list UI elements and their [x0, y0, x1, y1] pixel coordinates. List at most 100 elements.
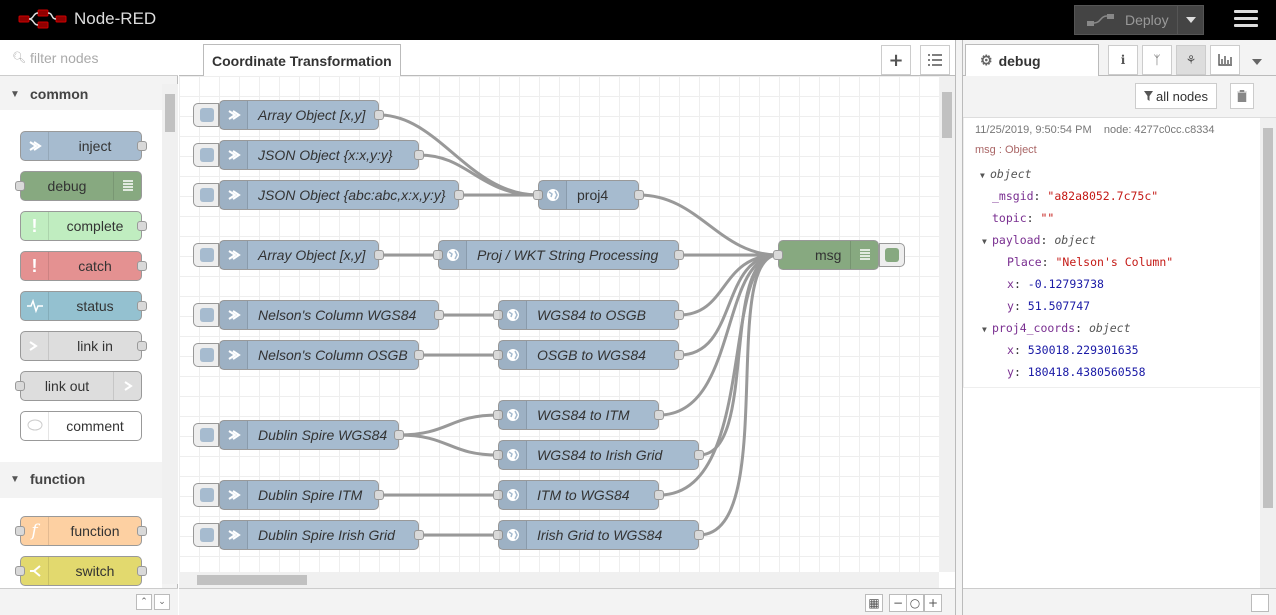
flow-node-transform[interactable]: WGS84 to OSGB [493, 300, 684, 330]
flow-node-inject[interactable]: Dublin Spire WGS84 [219, 420, 404, 450]
flow-node-debug[interactable]: msg [773, 240, 879, 270]
filter-nodes-input[interactable]: 🔍︎ filter nodes [0, 40, 178, 76]
tab-dashboard[interactable] [1210, 45, 1240, 75]
flow-node-inject[interactable]: JSON Object {x:x,y:y} [219, 140, 424, 170]
output-port[interactable] [674, 310, 684, 320]
palette-node-inject[interactable]: inject [20, 131, 147, 161]
expand-all-button[interactable]: ⌄ [154, 594, 170, 610]
output-port[interactable] [137, 526, 147, 536]
input-port[interactable] [15, 526, 25, 536]
output-port[interactable] [414, 350, 424, 360]
output-port[interactable] [654, 410, 664, 420]
tab-info[interactable]: i [1108, 45, 1138, 75]
output-port[interactable] [137, 301, 147, 311]
inject-trigger-button[interactable] [193, 483, 219, 507]
collapse-all-button[interactable]: ⌃ [136, 594, 152, 610]
palette-node-link-out[interactable]: link out [15, 371, 142, 401]
input-port[interactable] [15, 381, 25, 391]
inject-trigger-button[interactable] [193, 303, 219, 327]
open-debug-window-button[interactable] [1251, 594, 1269, 612]
navigator-button[interactable]: ▦ [865, 594, 883, 612]
main-menu-button[interactable] [1234, 10, 1258, 30]
flow-node-inject[interactable]: Array Object [x,y] [219, 100, 384, 130]
output-port[interactable] [137, 221, 147, 231]
output-port[interactable] [634, 190, 644, 200]
add-flow-button[interactable]: + [881, 45, 911, 75]
inject-trigger-button[interactable] [193, 523, 219, 547]
output-port[interactable] [694, 530, 704, 540]
output-port[interactable] [137, 566, 147, 576]
inject-trigger-button[interactable] [193, 343, 219, 367]
palette-node-catch[interactable]: ! catch [20, 251, 147, 281]
flow-node-inject[interactable]: Array Object [x,y] [219, 240, 384, 270]
flow-node-inject[interactable]: JSON Object {abc:abc,x:x,y:y} [219, 180, 464, 210]
inject-trigger-button[interactable] [193, 143, 219, 167]
flow-node-inject[interactable]: Dublin Spire Irish Grid [219, 520, 424, 550]
output-port[interactable] [137, 141, 147, 151]
tab-debug-icon[interactable]: ⚘ [1176, 45, 1206, 75]
deploy-button[interactable]: Deploy [1074, 5, 1204, 35]
canvas-vertical-scrollbar[interactable] [939, 76, 955, 572]
flow-node-wkt[interactable]: Proj / WKT String Processing [433, 240, 684, 270]
output-port[interactable] [137, 261, 147, 271]
flow-node-transform[interactable]: OSGB to WGS84 [493, 340, 684, 370]
object-root[interactable]: ▼ object [980, 167, 1032, 181]
output-port[interactable] [414, 530, 424, 540]
output-port[interactable] [434, 310, 444, 320]
tab-changes[interactable]: ᛉ [1142, 45, 1172, 75]
output-port[interactable] [374, 250, 384, 260]
output-port[interactable] [414, 150, 424, 160]
inject-trigger-button[interactable] [193, 103, 219, 127]
debug-scrollbar[interactable] [1260, 118, 1276, 588]
palette-node-complete[interactable]: ! complete [20, 211, 147, 241]
inject-trigger-button[interactable] [193, 423, 219, 447]
property-proj4-coords[interactable]: ▼ proj4_coords: object [982, 321, 1131, 335]
output-port[interactable] [654, 490, 664, 500]
output-port[interactable] [394, 430, 404, 440]
category-header-common[interactable]: ▼ common [0, 78, 162, 110]
palette-node-status[interactable]: status [20, 291, 147, 321]
flow-node-proj4[interactable]: proj4 [533, 180, 644, 210]
zoom-out-button[interactable]: − [889, 594, 907, 612]
tab-debug[interactable]: ⚙ debug [965, 44, 1099, 77]
clear-log-button[interactable] [1230, 83, 1254, 109]
flow-node-transform[interactable]: ITM to WGS84 [493, 480, 664, 510]
flow-node-transform[interactable]: WGS84 to ITM [493, 400, 664, 430]
flow-node-transform[interactable]: WGS84 to Irish Grid [493, 440, 704, 470]
output-port[interactable] [674, 250, 684, 260]
flow-node-inject[interactable]: Nelson's Column WGS84 [219, 300, 444, 330]
canvas-horizontal-scrollbar[interactable] [179, 572, 939, 588]
input-port[interactable] [15, 181, 25, 191]
input-port[interactable] [15, 566, 25, 576]
flow-list-button[interactable] [920, 45, 950, 75]
flow-node-transform[interactable]: Irish Grid to WGS84 [493, 520, 704, 550]
flow-node-inject[interactable]: Dublin Spire ITM [219, 480, 384, 510]
palette-node-link-in[interactable]: link in [20, 331, 147, 361]
output-port[interactable] [374, 110, 384, 120]
property-payload[interactable]: ▼ payload: object [982, 233, 1096, 247]
output-port[interactable] [454, 190, 464, 200]
deploy-menu-caret[interactable] [1177, 6, 1203, 34]
sidebar-menu-caret[interactable] [1252, 54, 1262, 69]
palette-node-comment[interactable]: comment [20, 411, 142, 441]
zoom-reset-button[interactable]: ○ [906, 594, 924, 612]
palette-node-function[interactable]: f function [15, 516, 147, 546]
sidebar-splitter[interactable] [955, 40, 963, 615]
input-port[interactable] [773, 250, 783, 260]
message-node-link[interactable]: node: 4277c0cc.c8334 [1104, 124, 1215, 136]
output-port[interactable] [674, 350, 684, 360]
output-port[interactable] [137, 341, 147, 351]
palette-scrollbar[interactable] [162, 84, 178, 584]
flow-canvas[interactable]: Array Object [x,y] JSON Object {x:x,y:y}… [179, 76, 939, 572]
output-port[interactable] [374, 490, 384, 500]
output-port[interactable] [694, 450, 704, 460]
zoom-in-button[interactable]: + [924, 594, 942, 612]
inject-trigger-button[interactable] [193, 243, 219, 267]
debug-toggle-button[interactable] [879, 243, 905, 267]
inject-trigger-button[interactable] [193, 183, 219, 207]
filter-all-nodes-button[interactable]: all nodes [1135, 83, 1217, 109]
palette-node-debug[interactable]: debug [15, 171, 142, 201]
category-header-function[interactable]: ▼ function [0, 463, 162, 495]
flow-node-inject[interactable]: Nelson's Column OSGB [219, 340, 424, 370]
flow-tab[interactable]: Coordinate Transformation [203, 44, 401, 77]
